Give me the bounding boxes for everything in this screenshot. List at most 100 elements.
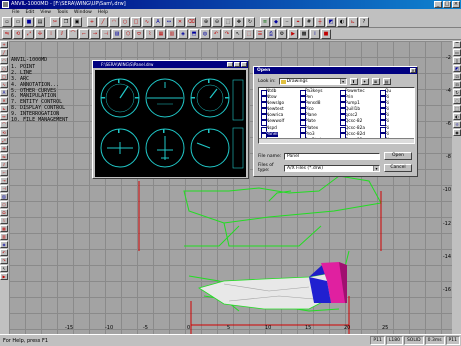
layer-icon[interactable]: ≡ — [260, 17, 270, 27]
revolve-icon[interactable]: ◍ — [200, 29, 210, 39]
vertical-tool-28-icon[interactable]: ↷ — [0, 257, 8, 264]
vertical-tool-20-icon[interactable]: ▨ — [0, 193, 8, 200]
vertical-tool-1-icon[interactable]: + — [0, 41, 8, 48]
ungroup-icon[interactable]: ▥ — [167, 29, 177, 39]
mirror-icon[interactable]: ⇋ — [2, 29, 12, 39]
maximize-button[interactable]: □ — [443, 1, 451, 8]
grid-icon[interactable]: # — [304, 17, 314, 27]
vertical-tool-6-icon[interactable]: ∿ — [0, 81, 8, 88]
rectangle-tool-icon[interactable]: □ — [131, 17, 141, 27]
screen-menu-item-file-management[interactable]: 10. FILE MANAGEMENT — [11, 117, 89, 124]
vertical-tool-30-icon[interactable]: ▶ — [0, 273, 8, 280]
rotate-icon[interactable]: ⟲ — [13, 29, 23, 39]
scale-icon[interactable]: ⤢ — [24, 29, 34, 39]
info-icon[interactable]: i — [310, 29, 320, 39]
color-icon[interactable]: ◆ — [271, 17, 281, 27]
vertical-tool-12-icon[interactable]: ⟲ — [0, 129, 8, 136]
redo-icon[interactable]: ↷ — [222, 29, 232, 39]
snap-icon[interactable]: ⌖ — [293, 17, 303, 27]
pan-icon[interactable]: ✥ — [234, 17, 244, 27]
list-view-button[interactable]: ≣ — [371, 77, 380, 85]
view-zoom-prev-icon[interactable]: ⊟ — [453, 81, 461, 88]
vertical-tool-22-icon[interactable]: ⬭ — [0, 209, 8, 216]
vertical-tool-21-icon[interactable]: ⬡ — [0, 201, 8, 208]
view-shade-icon[interactable]: ◐ — [453, 113, 461, 120]
menu-edit[interactable]: Edit — [26, 9, 35, 16]
zoom-in-icon[interactable]: ⊕ — [201, 17, 211, 27]
stop-icon[interactable]: ■ — [321, 29, 331, 39]
open-file-icon[interactable]: ▭ — [13, 17, 23, 27]
undo-icon[interactable]: ↶ — [211, 29, 221, 39]
move-icon[interactable]: ✢ — [35, 29, 45, 39]
viewer-minimize-button[interactable] — [227, 62, 233, 67]
vertical-tool-7-icon[interactable]: A — [0, 89, 8, 96]
dimension-tool-icon[interactable]: ↔ — [164, 17, 174, 27]
vertical-tool-18-icon[interactable]: → — [0, 177, 8, 184]
arc-tool-icon[interactable]: ◠ — [109, 17, 119, 27]
vertical-tool-24-icon[interactable]: ▦ — [0, 225, 8, 232]
cut-icon[interactable]: ✂ — [50, 17, 60, 27]
settings-icon[interactable]: ⚙ — [277, 29, 287, 39]
redraw-icon[interactable]: ↻ — [245, 17, 255, 27]
menu-window[interactable]: Window — [74, 9, 92, 16]
ortho-icon[interactable]: ┼ — [315, 17, 325, 27]
print-icon[interactable]: ▤ — [35, 17, 45, 27]
trim-tool-icon[interactable]: ✕ — [175, 17, 185, 27]
view-side-icon[interactable]: ▯ — [453, 57, 461, 64]
file-list[interactable]: Ntdb Ntsw Newslgo Newtest Nowrica Newwol… — [258, 87, 415, 144]
close-button[interactable]: × — [452, 1, 460, 8]
minimize-button[interactable]: _ — [434, 1, 442, 8]
ellipse-icon[interactable]: ⬭ — [134, 29, 144, 39]
line-tool-icon[interactable]: ╱ — [98, 17, 108, 27]
measure-icon[interactable]: ⊾ — [348, 17, 358, 27]
new-folder-button[interactable]: ✦ — [360, 77, 369, 85]
vertical-tool-25-icon[interactable]: ▥ — [0, 233, 8, 240]
chamfer-icon[interactable]: ⌐ — [79, 29, 89, 39]
circle-tool-icon[interactable]: ○ — [120, 17, 130, 27]
array-icon[interactable]: ⁞ — [46, 29, 56, 39]
view-hide-icon[interactable]: ◌ — [453, 97, 461, 104]
view-wire-icon[interactable]: ⬚ — [453, 105, 461, 112]
polyline-icon[interactable]: ⌇ — [145, 29, 155, 39]
file-item-selected[interactable]: Panel — [260, 131, 298, 139]
vertical-tool-3-icon[interactable]: ◠ — [0, 57, 8, 64]
new-file-icon[interactable]: ▫ — [2, 17, 12, 27]
copy-icon[interactable]: ❐ — [61, 17, 71, 27]
menu-view[interactable]: View — [40, 9, 51, 16]
plot-icon[interactable]: ⎙ — [266, 29, 276, 39]
menu-file[interactable]: File — [12, 9, 20, 16]
view-3d-icon[interactable]: ◩ — [326, 17, 336, 27]
calculator-icon[interactable]: ▩ — [299, 29, 309, 39]
viewer-maximize-button[interactable] — [234, 62, 240, 67]
fillet-icon[interactable]: ⌒ — [68, 29, 78, 39]
window-select-icon[interactable]: ⬚ — [244, 29, 254, 39]
vertical-tool-27-icon[interactable]: ↶ — [0, 249, 8, 256]
view-top-icon[interactable]: ▔ — [453, 41, 461, 48]
vertical-tool-10-icon[interactable]: ↔ — [0, 113, 8, 120]
cancel-button[interactable]: Cancel — [384, 164, 412, 172]
view-zoom-all-icon[interactable]: ⊡ — [453, 73, 461, 80]
app-icon[interactable] — [2, 1, 9, 8]
help-icon[interactable]: ? — [359, 17, 369, 27]
files-of-type-dropdown[interactable]: A/X Files (*.drw) ▾ — [284, 164, 380, 172]
extend-icon[interactable]: → — [90, 29, 100, 39]
viewer-close-button[interactable] — [241, 62, 247, 67]
look-in-dropdown[interactable]: Drawings ▾ — [278, 77, 347, 85]
vertical-tool-17-icon[interactable]: ⌐ — [0, 169, 8, 176]
spline-tool-icon[interactable]: ∿ — [142, 17, 152, 27]
vertical-tool-2-icon[interactable]: ╱ — [0, 49, 8, 56]
vertical-tool-14-icon[interactable]: ✢ — [0, 145, 8, 152]
vertical-tool-19-icon[interactable]: ⊣ — [0, 185, 8, 192]
vertical-tool-5-icon[interactable]: □ — [0, 73, 8, 80]
file-list-scrollbar[interactable] — [259, 138, 414, 143]
chevron-down-icon[interactable]: ▾ — [339, 78, 346, 84]
menu-tools[interactable]: Tools — [57, 9, 68, 16]
dialog-close-button[interactable]: × — [410, 68, 416, 73]
save-icon[interactable]: ■ — [24, 17, 34, 27]
vertical-tool-29-icon[interactable]: ↖ — [0, 265, 8, 272]
offset-icon[interactable]: ⫽ — [57, 29, 67, 39]
properties-icon[interactable]: ☰ — [255, 29, 265, 39]
break-icon[interactable]: ⊣ — [101, 29, 111, 39]
details-view-button[interactable]: ▤ — [382, 77, 391, 85]
shade-icon[interactable]: ◐ — [337, 17, 347, 27]
